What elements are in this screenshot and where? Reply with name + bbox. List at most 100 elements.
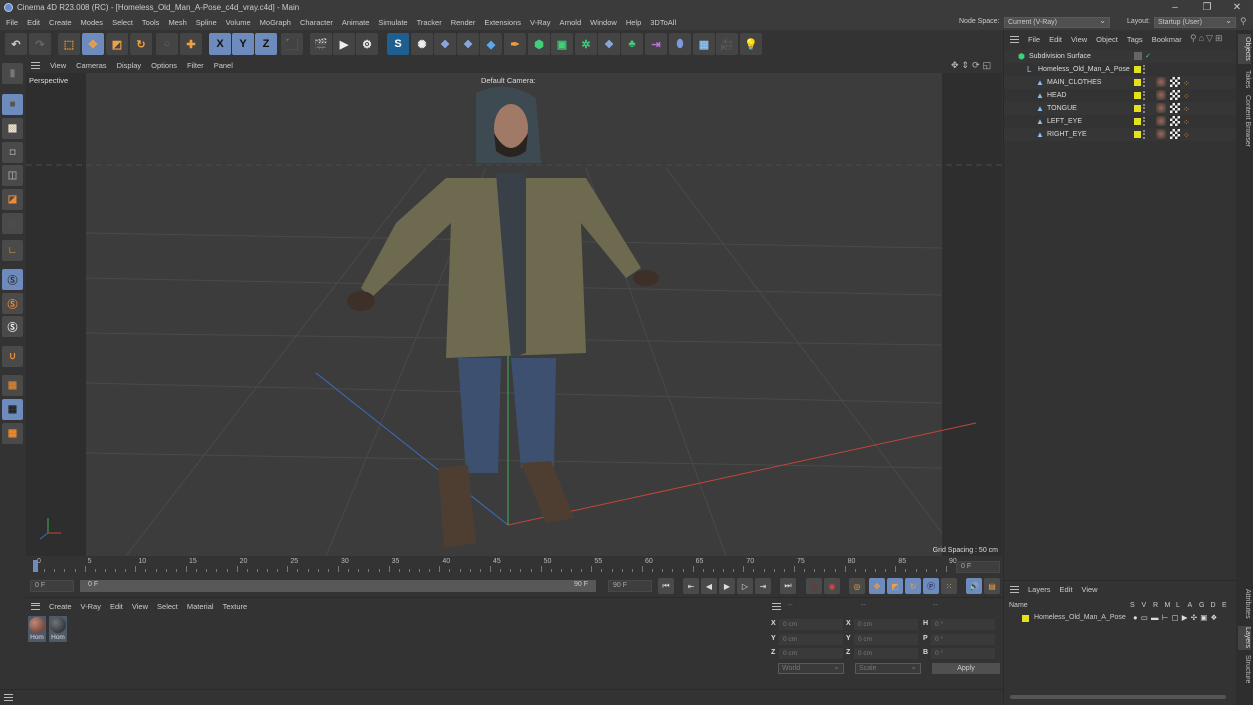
tab-attributes[interactable]: Attributes: [1238, 585, 1251, 623]
object-name[interactable]: Homeless_Old_Man_A_Pose: [1038, 63, 1130, 76]
render-view-icon[interactable]: 🎬: [310, 33, 332, 55]
menu-character[interactable]: Character: [299, 18, 334, 27]
camera-icon[interactable]: 🎥: [716, 33, 738, 55]
x-axis-lock-button[interactable]: X: [209, 33, 231, 55]
material-hamburger-icon[interactable]: [31, 602, 40, 610]
layer-chip[interactable]: [1134, 92, 1141, 99]
menu-vray[interactable]: V-Ray: [529, 18, 551, 27]
tab-layers[interactable]: Layers: [1238, 626, 1251, 650]
lock-workplane-icon[interactable]: ▦: [2, 399, 23, 420]
points-mode-icon[interactable]: ◫: [2, 165, 23, 186]
layer-chip[interactable]: [1134, 79, 1141, 86]
material-menu-edit[interactable]: Edit: [110, 602, 123, 611]
menu-volume[interactable]: Volume: [225, 18, 252, 27]
material-tag-icon[interactable]: [1156, 129, 1166, 139]
object-row[interactable]: ▲ LEFT_EYE ⁘: [1004, 115, 1237, 128]
subdivision-surface-icon[interactable]: ⬢: [528, 33, 550, 55]
viewport-menu-view[interactable]: View: [50, 61, 66, 70]
viewport-nav-icons[interactable]: ✥⇕⟳◱: [951, 60, 994, 71]
object-menu-file[interactable]: File: [1028, 35, 1040, 44]
key-scale-icon[interactable]: ◩: [887, 578, 903, 594]
undo-icon[interactable]: ↶: [5, 33, 27, 55]
key-pla-icon[interactable]: ⁙: [941, 578, 957, 594]
tab-content-browser[interactable]: Content Browser: [1238, 94, 1251, 149]
viewport-menu-options[interactable]: Options: [151, 61, 177, 70]
mograph-cluster-icon[interactable]: ♣: [621, 33, 643, 55]
key-position-icon[interactable]: ✥: [869, 578, 885, 594]
object-panel-tools-icons[interactable]: ⚲⌂▽⊞: [1190, 33, 1225, 44]
layer-menu-layers[interactable]: Layers: [1028, 585, 1051, 594]
coord-value-field[interactable]: 0 cm: [779, 619, 843, 630]
material-menu-material[interactable]: Material: [187, 602, 214, 611]
play-icon[interactable]: ▶: [719, 578, 735, 594]
previous-key-icon[interactable]: ⇤: [683, 578, 699, 594]
sound-icon[interactable]: 🔊: [966, 578, 982, 594]
autokey-icon[interactable]: ◉: [824, 578, 840, 594]
start-frame-field[interactable]: 0 F: [30, 580, 74, 592]
menu-3dtoall[interactable]: 3DToAll: [649, 18, 677, 27]
model-mode-icon[interactable]: ■: [2, 94, 23, 115]
uvw-tag-icon[interactable]: [1170, 129, 1180, 139]
make-editable-icon[interactable]: ▮: [2, 63, 23, 84]
object-name[interactable]: Subdivision Surface: [1029, 50, 1091, 63]
material-menu-view[interactable]: View: [132, 602, 148, 611]
floor-icon[interactable]: ▦: [693, 33, 715, 55]
layer-chip[interactable]: [1134, 105, 1141, 112]
menu-tools[interactable]: Tools: [141, 18, 161, 27]
workplane-icon[interactable]: ◘: [2, 142, 23, 163]
menu-mesh[interactable]: Mesh: [167, 18, 187, 27]
coord-value-field[interactable]: 0 °: [931, 633, 995, 645]
layer-hamburger-icon[interactable]: [1010, 586, 1019, 593]
maximize-button[interactable]: ❐: [1192, 0, 1222, 15]
coord-hamburger-icon[interactable]: [772, 603, 781, 610]
object-row[interactable]: ▲ TONGUE ⁘: [1004, 102, 1237, 115]
material-menu-texture[interactable]: Texture: [223, 602, 248, 611]
enabled-check-icon[interactable]: ✓: [1145, 50, 1151, 63]
layer-chip[interactable]: [1134, 118, 1141, 125]
search-icon[interactable]: ⚲: [1240, 16, 1247, 27]
python-icon[interactable]: ❖: [434, 33, 456, 55]
menu-animate[interactable]: Animate: [341, 18, 371, 27]
layer-menu-edit[interactable]: Edit: [1060, 585, 1073, 594]
object-row[interactable]: ▲ RIGHT_EYE ⁘: [1004, 128, 1237, 141]
object-menu-object[interactable]: Object: [1096, 35, 1118, 44]
status-hamburger-icon[interactable]: [4, 694, 13, 701]
polygons-mode-icon[interactable]: ◪: [2, 189, 23, 210]
selection-tag-icon[interactable]: ⁘: [1183, 116, 1193, 127]
object-hamburger-icon[interactable]: [1010, 36, 1019, 43]
menu-help[interactable]: Help: [625, 18, 642, 27]
node-space-dropdown[interactable]: Current (V-Ray): [1004, 16, 1110, 28]
key-parameter-icon[interactable]: Ⓟ: [923, 578, 939, 594]
uvw-tag-icon[interactable]: [1170, 103, 1180, 113]
timeline-ruler[interactable]: 0 5 10 15 20 25 30 35 40 45 50 55 60 65 70 75 80 85 90 0 F: [26, 556, 1002, 576]
object-row[interactable]: ▲ HEAD ⁘: [1004, 89, 1237, 102]
key-rotation-icon[interactable]: ↻: [905, 578, 921, 594]
extrude-generator-icon[interactable]: ▣: [551, 33, 573, 55]
python-script-icon[interactable]: ❖: [457, 33, 479, 55]
keyframe-selection-icon[interactable]: ◎: [849, 578, 865, 594]
material-menu-select[interactable]: Select: [157, 602, 178, 611]
menu-mograph[interactable]: MoGraph: [259, 18, 292, 27]
next-frame-icon[interactable]: ▷: [737, 578, 753, 594]
close-button[interactable]: ✕: [1222, 0, 1252, 15]
layout-dropdown[interactable]: Startup (User): [1154, 16, 1236, 28]
material-tag-icon[interactable]: [1156, 77, 1166, 87]
menu-select[interactable]: Select: [111, 18, 134, 27]
field-icon[interactable]: ⬮: [669, 33, 691, 55]
live-selection-icon[interactable]: ⬚: [58, 33, 80, 55]
snap-magnet-icon[interactable]: ∪: [2, 346, 23, 367]
3d-viewport[interactable]: Perspective Default Camera: Grid Spacing…: [26, 73, 1002, 556]
object-row[interactable]: L Homeless_Old_Man_A_Pose: [1004, 63, 1237, 76]
layer-row[interactable]: Homeless_Old_Man_A_Pose ●▭▬⊢▢▶✣▣❖: [1014, 613, 1234, 624]
coord-value-field[interactable]: 0 cm: [779, 633, 843, 645]
solo-hierarchy-icon[interactable]: Ⓢ: [2, 316, 23, 337]
uvw-tag-icon[interactable]: [1170, 116, 1180, 126]
object-name[interactable]: MAIN_CLOTHES: [1047, 76, 1101, 89]
visibility-dots[interactable]: [1143, 104, 1146, 113]
menu-spline[interactable]: Spline: [195, 18, 218, 27]
layer-chip[interactable]: [1134, 66, 1141, 73]
menu-arnold[interactable]: Arnold: [558, 18, 582, 27]
axis-mode-icon[interactable]: ∟: [2, 240, 23, 261]
selection-tag-icon[interactable]: ⁘: [1183, 77, 1193, 88]
coord-value-field[interactable]: 0 cm: [854, 648, 918, 659]
